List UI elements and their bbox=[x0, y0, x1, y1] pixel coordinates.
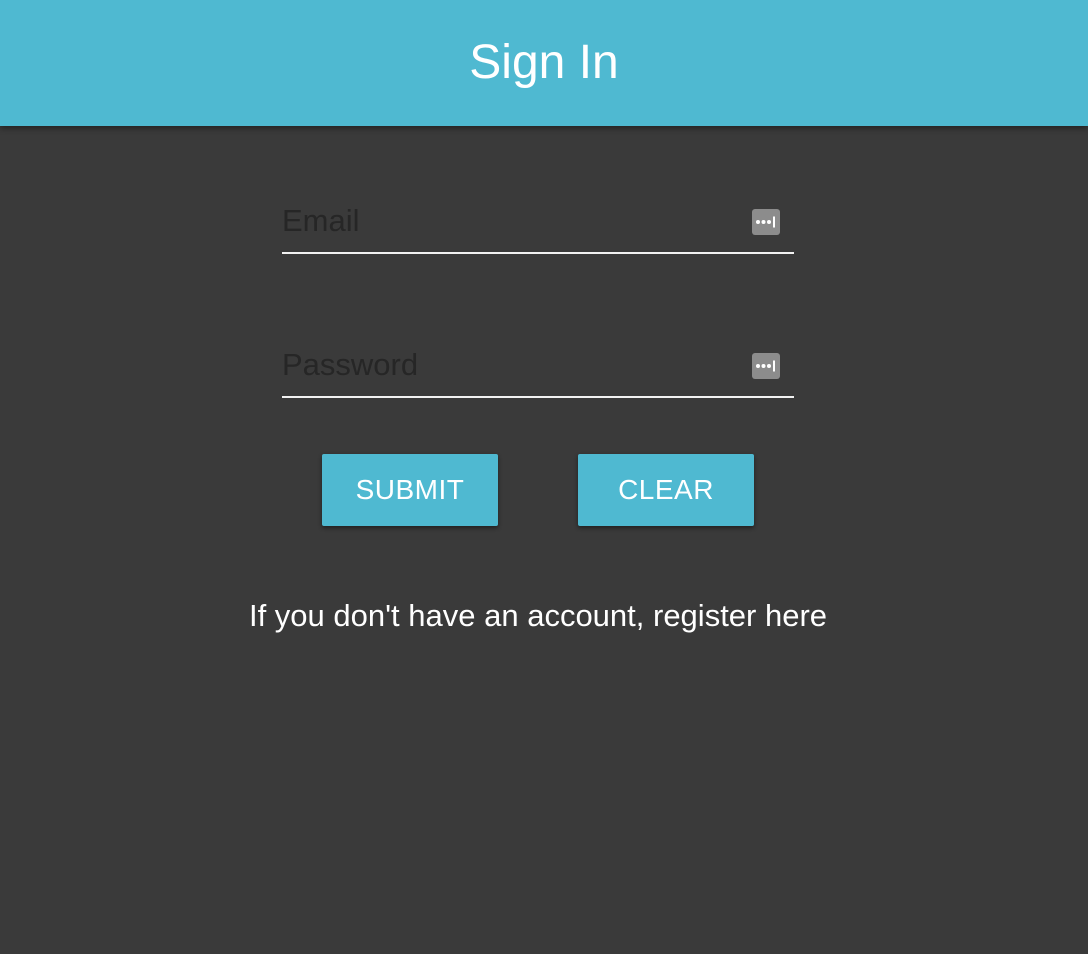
submit-button[interactable]: SUBMIT bbox=[322, 454, 498, 526]
password-input[interactable] bbox=[282, 336, 742, 394]
password-field[interactable] bbox=[282, 336, 794, 398]
register-link[interactable]: If you don't have an account, register h… bbox=[0, 594, 1076, 638]
password-manager-icon[interactable] bbox=[752, 353, 780, 379]
clear-button[interactable]: CLEAR bbox=[578, 454, 754, 526]
dots-icon bbox=[756, 216, 775, 228]
dots-icon bbox=[756, 360, 775, 372]
email-input[interactable] bbox=[282, 192, 742, 250]
app-bar: Sign In bbox=[0, 0, 1088, 126]
email-field[interactable] bbox=[282, 192, 794, 254]
page-title: Sign In bbox=[469, 35, 619, 89]
password-manager-icon[interactable] bbox=[752, 209, 780, 235]
